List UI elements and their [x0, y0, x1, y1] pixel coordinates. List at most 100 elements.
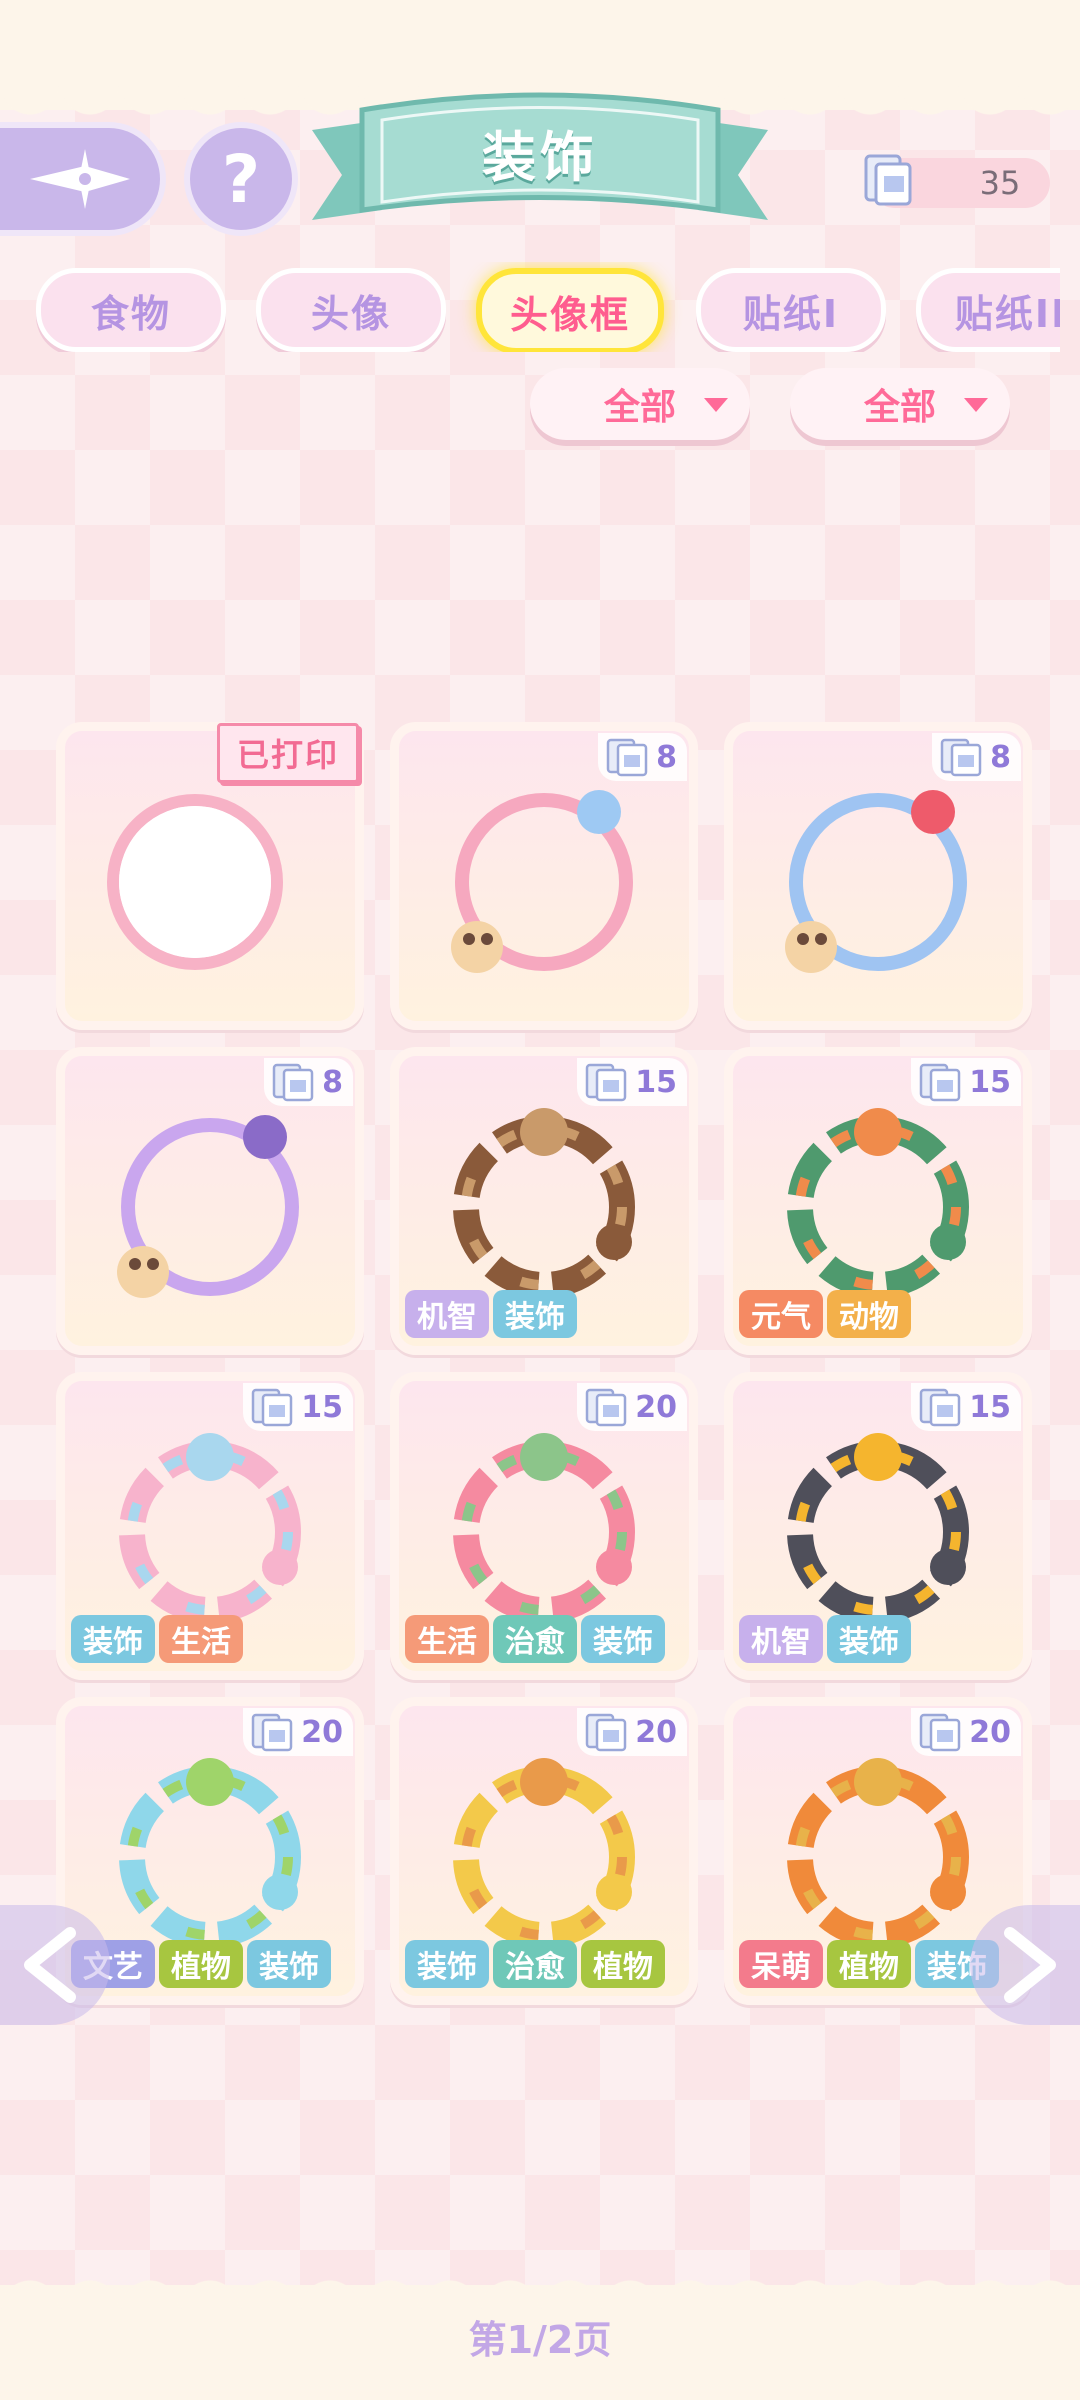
tag-list: 文艺 植物 装饰 — [71, 1940, 331, 1988]
tag-list: 生活 治愈 装饰 — [405, 1615, 665, 1663]
tab-sticker-1[interactable]: 贴纸I — [696, 268, 886, 352]
price-badge: 20 — [243, 1708, 353, 1756]
currency-value: 35 — [979, 164, 1021, 202]
price-value: 20 — [635, 1714, 677, 1750]
tag-list: 机智 装饰 — [739, 1615, 911, 1663]
tag-badge: 治愈 — [493, 1615, 577, 1663]
filter-dropdown-2[interactable]: 全部 — [790, 368, 1010, 440]
hard-hat-frame-icon — [787, 1433, 969, 1623]
ginkgo-cookie-frame-icon — [453, 1758, 635, 1948]
chevron-right-icon — [1004, 1927, 1056, 2003]
frame-card[interactable]: 8 — [724, 722, 1032, 1030]
tag-list: 装饰 治愈 植物 — [405, 1940, 665, 1988]
next-page-button[interactable] — [970, 1905, 1080, 2025]
tag-badge: 治愈 — [493, 1940, 577, 1988]
print-ticket-icon — [864, 154, 912, 206]
price-value: 20 — [969, 1714, 1011, 1750]
print-ticket-icon — [920, 1388, 961, 1427]
tag-badge: 装饰 — [405, 1940, 489, 1988]
price-badge: 20 — [577, 1383, 687, 1431]
tag-badge: 装饰 — [71, 1615, 155, 1663]
price-value: 15 — [635, 1064, 677, 1100]
frame-card[interactable]: 15 元气 动物 — [724, 1047, 1032, 1355]
price-value: 15 — [969, 1064, 1011, 1100]
tag-badge: 装饰 — [247, 1940, 331, 1988]
tag-badge: 植物 — [159, 1940, 243, 1988]
tab-label: 贴纸II — [954, 291, 1060, 336]
print-ticket-icon — [252, 1388, 293, 1427]
frame-card[interactable]: 已打印 — [56, 722, 364, 1030]
print-ticket-icon — [586, 1063, 627, 1102]
print-ticket-icon — [920, 1063, 961, 1102]
filter-label: 全部 — [603, 387, 676, 428]
print-ticket-icon — [920, 1713, 961, 1752]
price-value: 15 — [969, 1389, 1011, 1425]
page-title: 装饰 — [482, 125, 598, 189]
print-ticket-icon — [586, 1713, 627, 1752]
filter-dropdown-1[interactable]: 全部 — [530, 368, 750, 440]
tag-badge: 动物 — [827, 1290, 911, 1338]
price-value: 20 — [301, 1714, 343, 1750]
frame-card[interactable]: 15 机智 装饰 — [724, 1372, 1032, 1680]
frame-card[interactable]: 8 — [390, 722, 698, 1030]
carnival-tent-frame-icon — [119, 1433, 301, 1623]
tab-label: 头像 — [310, 291, 391, 336]
tag-badge: 植物 — [581, 1940, 665, 1988]
chevron-down-icon — [964, 398, 988, 412]
tag-list: 呆萌 植物 装饰 — [739, 1940, 999, 1988]
tab-food[interactable]: 食物 — [36, 268, 226, 352]
tab-label: 头像框 — [509, 292, 630, 337]
tab-sticker-2[interactable]: 贴纸II — [916, 268, 1060, 352]
frame-card[interactable]: 15 装饰 生活 — [56, 1372, 364, 1680]
price-badge: 8 — [598, 733, 687, 781]
tab-avatar-frame[interactable]: 头像框 — [476, 268, 664, 352]
frame-card[interactable]: 20 生活 治愈 装饰 — [390, 1372, 698, 1680]
frame-card[interactable]: 8 — [56, 1047, 364, 1355]
lime-drink-frame-icon — [119, 1758, 301, 1948]
tag-badge: 生活 — [159, 1615, 243, 1663]
frame-card[interactable]: 20 装饰 治愈 植物 — [390, 1697, 698, 2005]
help-label: ? — [221, 140, 261, 218]
tag-list: 装饰 生活 — [71, 1615, 243, 1663]
price-value: 8 — [990, 739, 1011, 775]
purple-cat-ring-icon — [117, 1115, 299, 1298]
tab-label: 贴纸I — [742, 291, 840, 336]
help-button[interactable]: ? — [190, 128, 292, 230]
print-ticket-icon — [940, 738, 982, 777]
category-tabs: 食物 头像 头像框 贴纸I 贴纸II — [0, 262, 1060, 352]
price-value: 8 — [322, 1064, 343, 1100]
green-dragon-frame-icon — [787, 1108, 969, 1298]
tag-badge: 植物 — [827, 1940, 911, 1988]
print-ticket-icon — [272, 1063, 314, 1102]
blue-rose-puppy-ring-icon — [785, 790, 967, 973]
filter-label: 全部 — [863, 387, 936, 428]
price-badge: 20 — [911, 1708, 1021, 1756]
print-ticket-icon — [586, 1388, 627, 1427]
price-badge: 15 — [911, 1383, 1021, 1431]
chevron-down-icon — [704, 398, 728, 412]
pink-bow-puppy-ring-icon — [451, 790, 633, 973]
print-ticket-icon — [606, 738, 648, 777]
tag-badge: 元气 — [739, 1290, 823, 1338]
frame-card[interactable]: 15 机智 装饰 — [390, 1047, 698, 1355]
tag-list: 机智 装饰 — [405, 1290, 577, 1338]
autumn-cat-frame-icon — [787, 1758, 969, 1948]
detective-hat-frame-icon — [453, 1108, 635, 1298]
tab-label: 食物 — [90, 291, 171, 336]
cake-bunny-frame-icon — [453, 1433, 635, 1623]
tag-badge: 生活 — [405, 1615, 489, 1663]
price-value: 15 — [301, 1389, 343, 1425]
tag-badge: 机智 — [405, 1290, 489, 1338]
price-value: 20 — [635, 1389, 677, 1425]
price-badge: 15 — [577, 1058, 687, 1106]
back-button[interactable] — [0, 128, 160, 230]
chevron-left-icon — [24, 1927, 76, 2003]
tag-list: 元气 动物 — [739, 1290, 911, 1338]
tab-avatar[interactable]: 头像 — [256, 268, 446, 352]
price-badge: 15 — [911, 1058, 1021, 1106]
price-badge: 15 — [243, 1383, 353, 1431]
print-ticket-icon — [252, 1713, 293, 1752]
tag-badge: 装饰 — [827, 1615, 911, 1663]
price-value: 8 — [656, 739, 677, 775]
tag-badge: 装饰 — [581, 1615, 665, 1663]
